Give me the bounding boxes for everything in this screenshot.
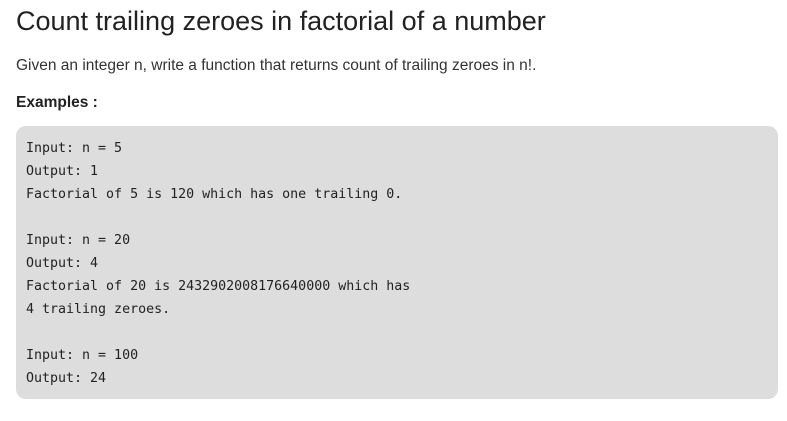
code-example-box: Input: n = 5 Output: 1 Factorial of 5 is 1… xyxy=(16,126,778,399)
code-line-input-20: Input: n = 20 xyxy=(26,233,131,248)
code-line-output-4: Output: 4 xyxy=(26,256,99,271)
code-line-explanation-5: Factorial of 5 is 120 which has one trai… xyxy=(26,187,403,202)
code-line-explanation-20-cont: 4 trailing zeroes. xyxy=(26,302,171,317)
problem-description: Given an integer n, write a function tha… xyxy=(16,57,537,74)
page-title: Count trailing zeroes in factorial of a … xyxy=(16,6,546,36)
code-line-output-24: Output: 24 xyxy=(26,371,107,386)
code-example: Input: n = 5 Output: 1 Factorial of 5 is 1… xyxy=(26,137,768,390)
code-line-output-1: Output: 1 xyxy=(26,164,99,179)
examples-heading: Examples : xyxy=(16,94,98,111)
code-line-input-5: Input: n = 5 xyxy=(26,141,123,156)
code-line-input-100: Input: n = 100 xyxy=(26,348,139,363)
code-line-explanation-20: Factorial of 20 is 2432902008176640000 w… xyxy=(26,279,411,294)
